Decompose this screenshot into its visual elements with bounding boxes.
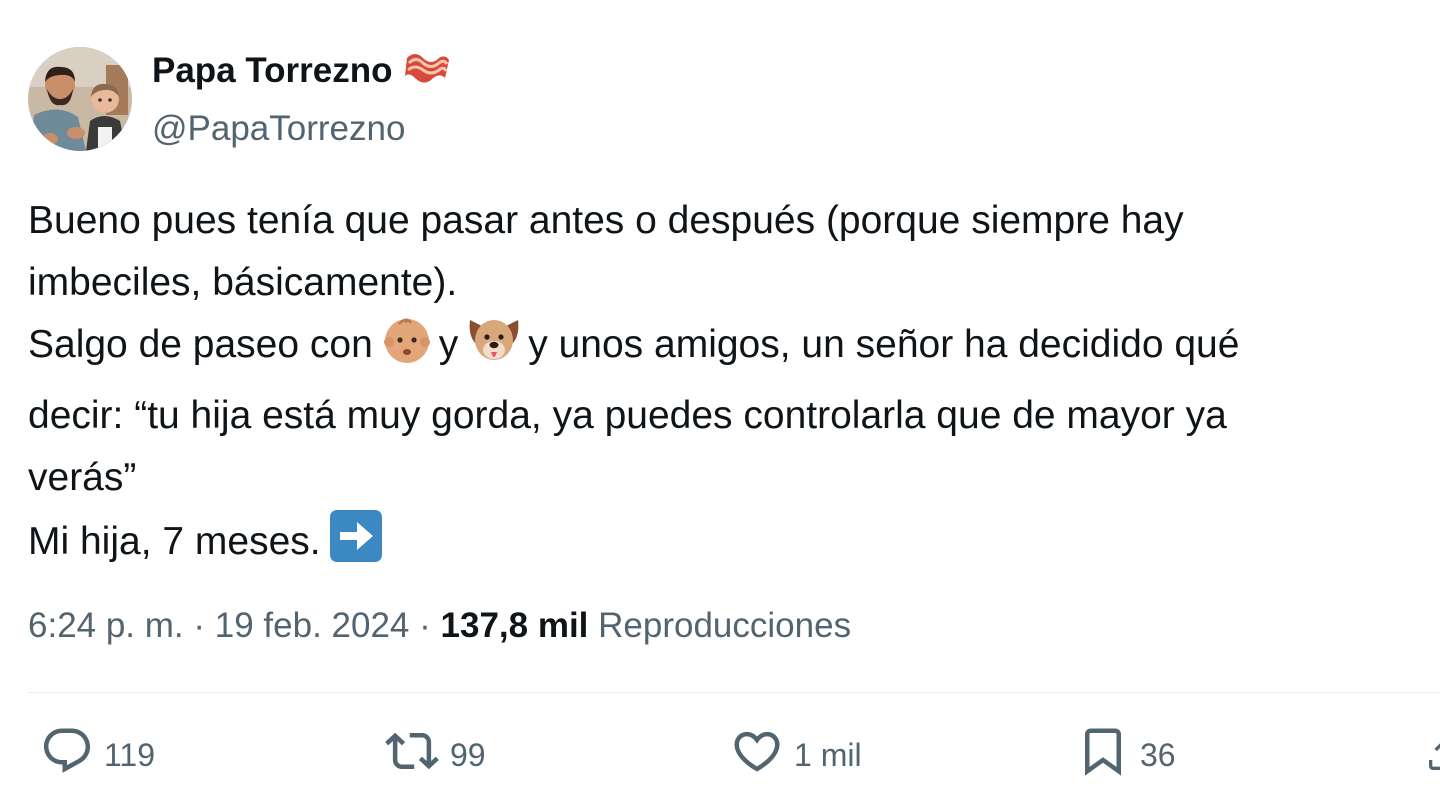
like-count: 1 mil (794, 736, 862, 773)
line3-part1: Salgo de paseo con (28, 323, 373, 366)
tweet-line-1: Bueno pues tenía que pasar antes o despu… (28, 199, 1184, 242)
right-arrow-emoji (329, 509, 383, 582)
retweet-icon (384, 724, 440, 786)
tweet-line-6: Mi hija, 7 meses. (28, 509, 1428, 582)
share-button[interactable] (1424, 735, 1440, 775)
tweet-actions: 119 99 1 mil 36 (0, 725, 1440, 785)
retweet-button[interactable]: 99 (384, 725, 486, 785)
like-button[interactable]: 1 mil (730, 725, 862, 785)
line3-part3: y unos amigos, un señor ha decidido qué (528, 323, 1240, 366)
tweet-line-3: Salgo de paseo con y y unos amigos, un s… (28, 314, 1428, 385)
tweet-line-5: verás” (28, 456, 137, 499)
retweet-count: 99 (450, 736, 486, 773)
heart-icon (730, 724, 784, 786)
display-name-row[interactable]: Papa Torrezno (152, 46, 451, 95)
line6-text: Mi hija, 7 meses. (28, 520, 321, 563)
tweet-meta: 6:24 p. m. · 19 feb. 2024 · 137,8 mil Re… (28, 603, 851, 649)
baby-emoji (381, 314, 433, 385)
dog-face-emoji (466, 314, 522, 385)
bacon-emoji (403, 46, 451, 95)
reply-count: 119 (104, 736, 156, 773)
views-count[interactable]: 137,8 mil (441, 606, 589, 645)
meta-separator-2: · (419, 606, 431, 645)
avatar[interactable] (28, 46, 132, 151)
tweet-header: Papa Torrezno @PapaTorrezno (28, 46, 451, 151)
reply-button[interactable]: 119 (40, 725, 155, 785)
tweet-time[interactable]: 6:24 p. m. (28, 606, 184, 645)
tweet-line-2: imbeciles, básicamente). (28, 261, 458, 304)
author-handle[interactable]: @PapaTorrezno (152, 107, 451, 151)
bookmark-icon (1076, 722, 1130, 788)
divider (28, 692, 1440, 693)
display-name[interactable]: Papa Torrezno (152, 49, 393, 93)
line3-part2: y (438, 323, 459, 366)
tweet: Papa Torrezno @PapaTorrezno Bueno pues t… (0, 0, 1440, 810)
bookmark-button[interactable]: 36 (1076, 725, 1176, 785)
share-icon (1424, 743, 1440, 775)
tweet-text: Bueno pues tenía que pasar antes o despu… (28, 190, 1428, 582)
tweet-date[interactable]: 19 feb. 2024 (215, 606, 410, 645)
reply-icon (40, 724, 94, 786)
author-names: Papa Torrezno @PapaTorrezno (152, 46, 451, 151)
views-label[interactable]: Reproducciones (598, 606, 851, 645)
meta-separator-1: · (193, 606, 206, 645)
tweet-line-4: decir: “tu hija está muy gorda, ya puede… (28, 394, 1227, 437)
bookmark-count: 36 (1140, 736, 1176, 773)
